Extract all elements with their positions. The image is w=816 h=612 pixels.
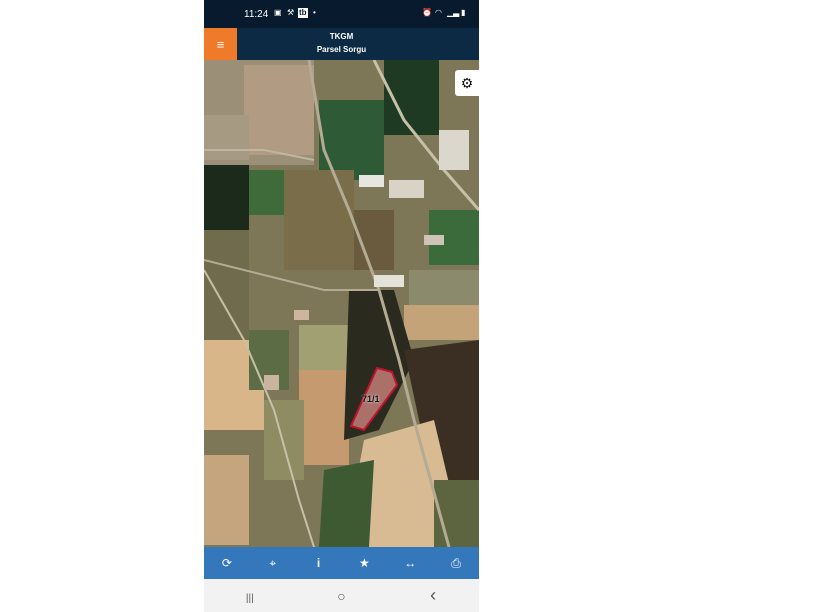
locate-button[interactable]: ⌖ (261, 551, 285, 575)
alarm-icon: ⏰ (422, 8, 432, 17)
bottom-toolbar: ⟳ ⌖ i ★ ↔ ⎙ (204, 547, 479, 579)
settings-button[interactable]: ⚙ (455, 70, 479, 96)
app-subtitle: Parsel Sorgu (316, 45, 367, 54)
status-bar: 11:24 ▣ ⚒ tb • ⏰ ◠ ▁▃ ▮ (204, 0, 479, 28)
crosshair-icon: ⌖ (269, 555, 277, 570)
refresh-button[interactable]: ⟳ (215, 551, 239, 575)
info-button[interactable]: i (307, 551, 331, 575)
satellite-map[interactable]: 71/1 (204, 60, 479, 547)
gear-icon: ⚙ (460, 74, 474, 91)
battery-icon: ▮ (461, 8, 466, 17)
print-button[interactable]: ⎙ (444, 551, 468, 575)
transfer-icon: ⚒ (287, 8, 295, 17)
image-icon: ▣ (274, 8, 282, 17)
map-imagery (204, 60, 479, 547)
home-button[interactable]: ○ (326, 588, 356, 604)
dot-icon: • (313, 8, 316, 17)
measure-button[interactable]: ↔ (398, 551, 422, 575)
wifi-icon: ◠ (435, 8, 442, 17)
back-button[interactable]: ‹ (418, 585, 448, 606)
phone-screen: 11:24 ▣ ⚒ tb • ⏰ ◠ ▁▃ ▮ ≡ TKGM Parsel So… (204, 0, 479, 612)
tb-icon: tb (298, 8, 308, 18)
refresh-icon: ⟳ (221, 556, 232, 570)
app-title: TKGM (329, 32, 354, 41)
favorite-button[interactable]: ★ (352, 551, 376, 575)
recents-icon: ||| (245, 592, 254, 604)
signal-icon: ▁▃ (447, 8, 460, 17)
home-icon: ○ (337, 587, 346, 604)
measure-icon: ↔ (404, 556, 417, 570)
parcel-label: 71/1 (362, 394, 380, 404)
info-icon: i (316, 556, 321, 570)
system-nav-bar: ||| ○ ‹ (204, 579, 479, 612)
recents-button[interactable]: ||| (235, 588, 265, 604)
star-icon: ★ (359, 556, 370, 570)
back-icon: ‹ (430, 585, 437, 605)
status-time: 11:24 (244, 9, 269, 20)
print-icon: ⎙ (451, 555, 461, 570)
